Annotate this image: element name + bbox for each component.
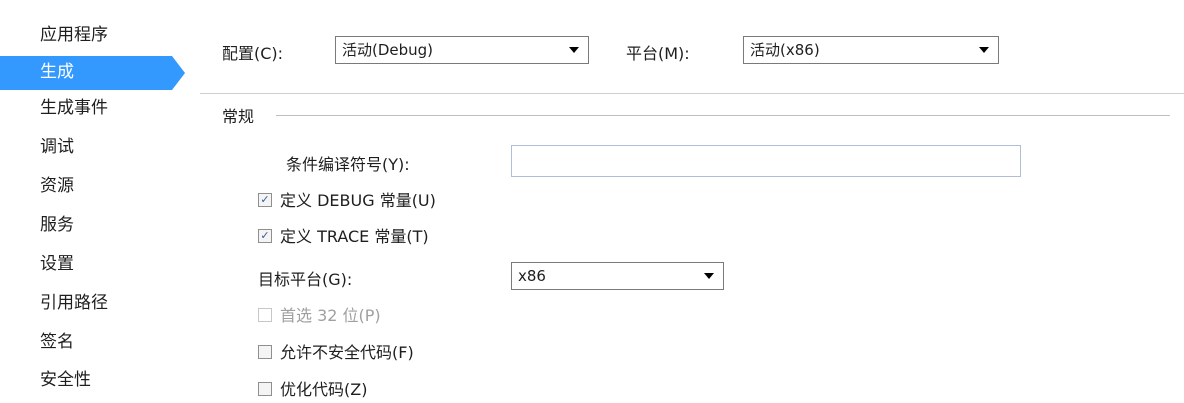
platform-dropdown[interactable]: 活动(x86) [743,36,999,64]
platform-value: 活动(x86) [750,41,820,59]
sidebar-item-build-events[interactable]: 生成事件 [0,92,185,126]
sidebar-item-signing[interactable]: 签名 [0,326,185,360]
configuration-label: 配置(C): [222,44,284,63]
sidebar-item-settings[interactable]: 设置 [0,248,185,282]
allow-unsafe-label: 允许不安全代码(F) [280,343,414,362]
chevron-down-icon [704,273,714,279]
optimize-label: 优化代码(Z) [280,380,368,399]
sidebar-item-build[interactable]: 生成 [0,56,185,90]
platform-label: 平台(M): [626,44,690,63]
sidebar-item-security[interactable]: 安全性 [0,364,185,398]
sidebar-item-services[interactable]: 服务 [0,209,185,243]
section-title-general: 常规 [222,107,255,126]
chevron-down-icon [569,47,579,53]
prefer-32bit-label: 首选 32 位(P) [280,306,381,325]
config-bar: 配置(C): 活动(Debug) 平台(M): 活动(x86) [200,0,1184,93]
platform-target-value: x86 [518,267,546,285]
configuration-dropdown[interactable]: 活动(Debug) [335,36,589,64]
sidebar-item-application[interactable]: 应用程序 [0,19,185,53]
define-debug-checkbox[interactable]: ✓ [258,193,272,207]
optimize-checkbox[interactable] [258,382,272,396]
sidebar-item-resources[interactable]: 资源 [0,170,185,204]
configuration-value: 活动(Debug) [342,41,434,59]
chevron-down-icon [979,47,989,53]
section-divider [276,115,1170,116]
define-trace-checkbox[interactable]: ✓ [258,229,272,243]
define-debug-label: 定义 DEBUG 常量(U) [280,191,436,210]
platform-target-dropdown[interactable]: x86 [511,262,724,290]
sidebar-item-debug[interactable]: 调试 [0,131,185,165]
project-properties-page: 应用程序 生成 生成事件 调试 资源 服务 设置 引用路径 签名 安全性 配置(… [0,0,1184,403]
allow-unsafe-checkbox[interactable] [258,345,272,359]
define-trace-label: 定义 TRACE 常量(T) [280,227,429,246]
sidebar-item-reference-paths[interactable]: 引用路径 [0,287,185,321]
conditional-symbols-label: 条件编译符号(Y): [286,155,410,174]
conditional-symbols-input[interactable] [511,145,1021,177]
sidebar: 应用程序 生成 生成事件 调试 资源 服务 设置 引用路径 签名 安全性 [0,0,200,403]
divider [200,93,1184,94]
platform-target-label: 目标平台(G): [258,270,353,289]
prefer-32bit-checkbox [258,308,272,322]
